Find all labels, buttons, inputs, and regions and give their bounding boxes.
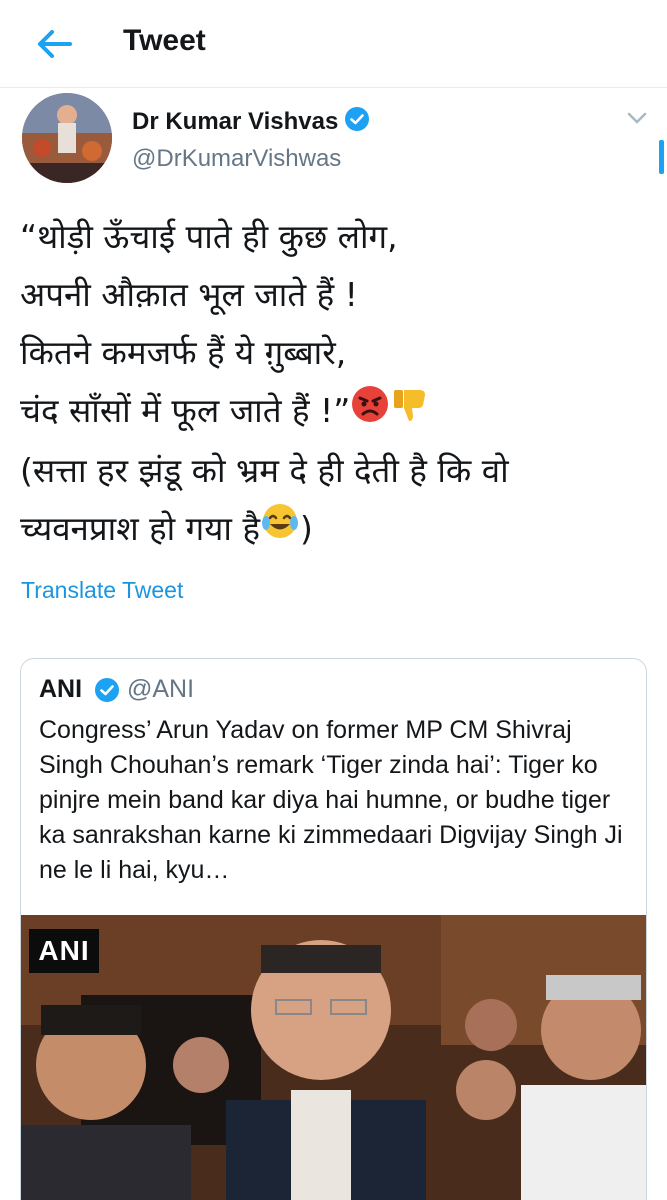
- verified-badge-icon: [94, 677, 120, 708]
- tweet-line: “थोड़ी ऊँचाई पाते ही कुछ लोग,: [20, 217, 398, 256]
- tweet-text: “थोड़ी ऊँचाई पाते ही कुछ लोग, अपनी औक़ात …: [20, 208, 650, 559]
- quoted-tweet-text: Congress’ Arun Yadav on former MP CM Shi…: [39, 716, 623, 884]
- tweet-line: चंद साँसों में फूल जाते हैं !”: [20, 391, 351, 430]
- tweet-line: (सत्ता हर झंडू को भ्रम दे ही देती है कि …: [20, 450, 509, 490]
- translate-tweet-link[interactable]: Translate Tweet: [21, 577, 183, 604]
- tweet-line-with-emoji: चंद साँसों में फूल जाते हैं !”: [20, 382, 650, 442]
- author-name-row[interactable]: Dr Kumar Vishvas: [132, 106, 370, 139]
- back-arrow-icon[interactable]: [30, 22, 78, 66]
- quoted-author-name: ANI: [39, 675, 83, 703]
- author-name[interactable]: Dr Kumar Vishvas: [132, 108, 338, 135]
- top-bar: Tweet: [0, 0, 667, 88]
- page-title: Tweet: [123, 24, 206, 57]
- quoted-tweet-card[interactable]: ANI @ANI Congress’ Arun Yadav on former …: [20, 658, 647, 1200]
- ani-watermark-logo: ANI: [29, 929, 99, 973]
- quoted-author-handle: @ANI: [127, 675, 195, 703]
- tears-of-joy-icon: [260, 501, 300, 559]
- avatar[interactable]: [22, 93, 112, 183]
- tweet-line: कितने कमजर्फ हैं ये ग़ुब्बारे,: [20, 333, 347, 372]
- author-handle[interactable]: @DrKumarVishwas: [132, 145, 341, 173]
- tweet-line: अपनी औक़ात भूल जाते हैं !: [20, 275, 358, 314]
- tweet-line: च्यवनप्राश हो गया है: [20, 508, 260, 548]
- scroll-indicator: [659, 140, 664, 174]
- thumbs-down-icon: [390, 384, 430, 442]
- tweet-line: ): [299, 508, 313, 548]
- chevron-down-icon[interactable]: [624, 108, 650, 128]
- verified-badge-icon: [344, 106, 370, 139]
- tweet-line-with-emoji: च्यवनप्राश हो गया है): [20, 500, 650, 560]
- quoted-tweet-image[interactable]: ANI: [21, 915, 646, 1200]
- angry-face-icon: [350, 384, 390, 442]
